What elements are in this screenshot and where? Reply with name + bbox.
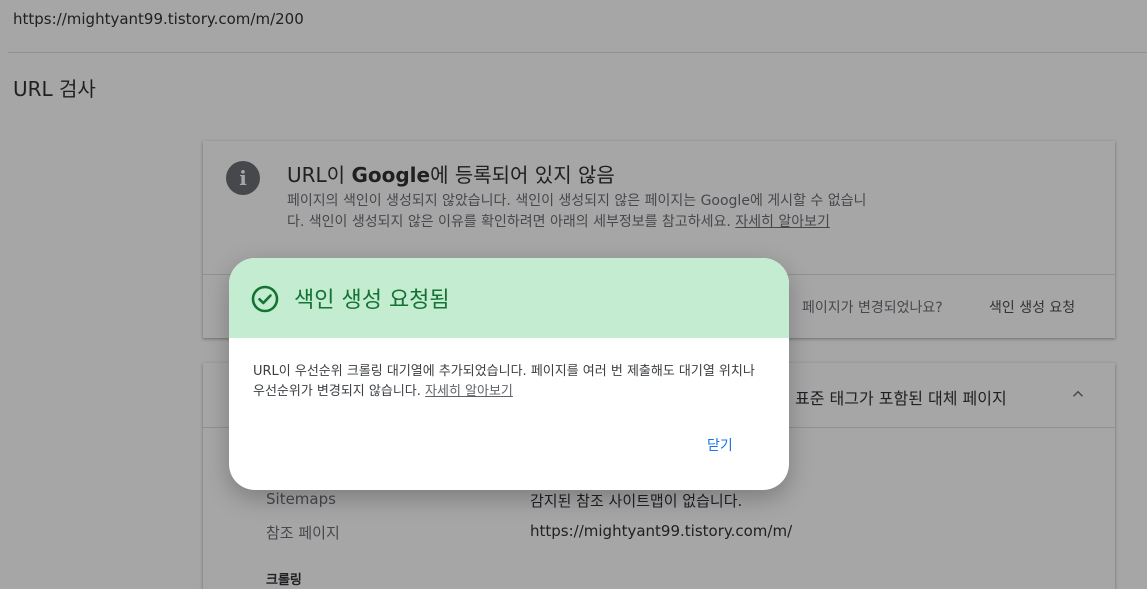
dialog-title: 색인 생성 요청됨 bbox=[294, 288, 450, 313]
dialog-learn-more-link[interactable]: 자세히 알아보기 bbox=[425, 384, 513, 399]
check-circle-icon bbox=[251, 285, 279, 313]
dialog-header: 색인 생성 요청됨 bbox=[229, 258, 789, 338]
close-button[interactable]: 닫기 bbox=[707, 435, 733, 455]
dialog-body: URL이 우선순위 크롤링 대기열에 추가되었습니다. 페이지를 여러 번 제출… bbox=[253, 362, 769, 402]
indexing-requested-dialog: 색인 생성 요청됨 URL이 우선순위 크롤링 대기열에 추가되었습니다. 페이… bbox=[229, 258, 789, 490]
